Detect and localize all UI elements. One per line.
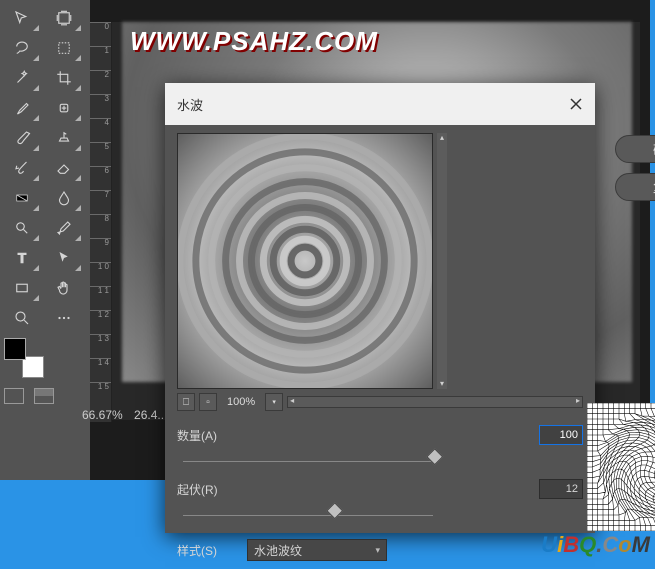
ridges-slider[interactable]: [183, 509, 433, 523]
tool-panel: [0, 0, 90, 480]
tool-crop[interactable]: [46, 64, 82, 92]
dialog-titlebar[interactable]: 水波: [165, 83, 595, 125]
quickmask-standard[interactable]: [4, 388, 24, 404]
reset-button[interactable]: 复位: [615, 173, 655, 201]
tool-eyedropper[interactable]: [4, 94, 40, 122]
ruler-vertical: 01234567891 01 11 21 31 41 5: [90, 22, 112, 422]
zoom-dropdown-icon[interactable]: ▾: [265, 393, 283, 411]
style-selected: 水池波纹: [254, 542, 302, 559]
style-select[interactable]: 水池波纹: [247, 539, 387, 561]
zigzag-dialog: 水波 确定 复位: [165, 83, 595, 533]
watermark: WWW.PSAHZ.COM: [130, 26, 378, 57]
scroll-right-icon[interactable]: ▸: [576, 396, 580, 405]
tool-options[interactable]: [46, 304, 82, 332]
amount-input[interactable]: [539, 425, 583, 445]
scroll-left-icon[interactable]: ◂: [290, 396, 294, 405]
fit-preview-button[interactable]: ⎕: [177, 393, 195, 411]
site-watermark: UiBQ.CoM: [541, 532, 650, 558]
foreground-swatch[interactable]: [4, 338, 26, 360]
ridges-input[interactable]: [539, 479, 583, 499]
tool-rectangle[interactable]: [4, 274, 40, 302]
tool-rect-marquee[interactable]: [46, 34, 82, 62]
actual-pixels-button[interactable]: ▫: [199, 393, 217, 411]
tool-hand[interactable]: [46, 274, 82, 302]
tool-path-select[interactable]: [46, 244, 82, 272]
doc-info: 26.4...: [134, 408, 167, 422]
tool-pen[interactable]: [46, 214, 82, 242]
status-bar: 66.67% 26.4...: [82, 408, 167, 422]
tool-move[interactable]: [4, 4, 40, 32]
amount-label: 数量(A): [177, 427, 237, 444]
preview-scrollbar-v[interactable]: ▴ ▾: [437, 133, 447, 389]
preview-scrollbar-h[interactable]: ◂ ▸: [287, 396, 583, 408]
scroll-down-icon[interactable]: ▾: [437, 379, 447, 389]
tool-spot-heal[interactable]: [46, 94, 82, 122]
preview-zoom: 100%: [221, 396, 261, 408]
tool-history-brush[interactable]: [4, 154, 40, 182]
tool-brush[interactable]: [4, 124, 40, 152]
tool-dodge[interactable]: [4, 214, 40, 242]
color-swatches[interactable]: [4, 338, 44, 378]
tool-eraser[interactable]: [46, 154, 82, 182]
tool-gradient[interactable]: [4, 184, 40, 212]
tool-type[interactable]: [4, 244, 40, 272]
close-icon[interactable]: [569, 97, 583, 111]
amount-slider[interactable]: [183, 455, 433, 469]
tool-artboard[interactable]: [46, 4, 82, 32]
tool-magic-wand[interactable]: [4, 64, 40, 92]
ridges-label: 起伏(R): [177, 481, 237, 498]
tool-clone-stamp[interactable]: [46, 124, 82, 152]
ok-button[interactable]: 确定: [615, 135, 655, 163]
zoom-level[interactable]: 66.67%: [82, 408, 123, 422]
tool-blur[interactable]: [46, 184, 82, 212]
wireframe-preview: [587, 403, 655, 531]
style-label: 样式(S): [177, 542, 237, 559]
tool-zoom[interactable]: [4, 304, 40, 332]
preview-image[interactable]: [177, 133, 433, 389]
dialog-title: 水波: [177, 95, 203, 114]
tool-lasso[interactable]: [4, 34, 40, 62]
scroll-up-icon[interactable]: ▴: [437, 133, 447, 143]
quickmask-mask[interactable]: [34, 388, 54, 404]
